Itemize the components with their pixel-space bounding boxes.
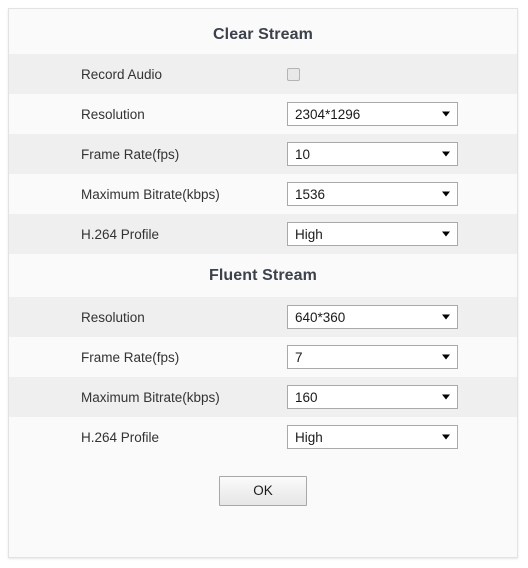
control-fluent-max-bitrate: 160: [287, 385, 458, 409]
select-clear-max-bitrate-value: 1536: [295, 186, 326, 202]
row-clear-max-bitrate: Maximum Bitrate(kbps) 1536: [9, 174, 517, 214]
control-clear-frame-rate: 10: [287, 142, 458, 166]
row-clear-frame-rate: Frame Rate(fps) 10: [9, 134, 517, 174]
chevron-down-icon: [442, 111, 450, 117]
select-clear-max-bitrate[interactable]: 1536: [287, 182, 458, 206]
row-fluent-resolution: Resolution 640*360: [9, 297, 517, 337]
select-clear-h264-profile-value: High: [295, 226, 323, 242]
chevron-down-icon: [442, 191, 450, 197]
control-fluent-resolution: 640*360: [287, 305, 458, 329]
control-fluent-h264-profile: High: [287, 425, 458, 449]
row-fluent-max-bitrate: Maximum Bitrate(kbps) 160: [9, 377, 517, 417]
chevron-down-icon: [442, 434, 450, 440]
label-fluent-max-bitrate: Maximum Bitrate(kbps): [81, 389, 220, 405]
row-fluent-frame-rate: Frame Rate(fps) 7: [9, 337, 517, 377]
label-record-audio: Record Audio: [81, 66, 163, 82]
label-fluent-resolution: Resolution: [81, 309, 145, 325]
row-clear-resolution: Resolution 2304*1296: [9, 94, 517, 134]
row-record-audio: Record Audio: [9, 54, 517, 94]
chevron-down-icon: [442, 231, 450, 237]
control-clear-resolution: 2304*1296: [287, 102, 458, 126]
select-fluent-resolution-value: 640*360: [295, 309, 346, 325]
checkbox-unchecked-icon[interactable]: [287, 67, 300, 81]
select-fluent-h264-profile[interactable]: High: [287, 425, 458, 449]
section-title-fluent-stream: Fluent Stream: [9, 254, 517, 297]
label-fluent-frame-rate: Frame Rate(fps): [81, 349, 180, 365]
select-clear-resolution-value: 2304*1296: [295, 106, 361, 122]
dialog-bottom-spacer: [9, 527, 517, 541]
stream-settings-dialog: Clear Stream Record Audio Resolution 230…: [8, 8, 518, 558]
select-clear-frame-rate-value: 10: [295, 146, 311, 162]
section-title-clear-stream: Clear Stream: [9, 9, 517, 54]
select-fluent-resolution[interactable]: 640*360: [287, 305, 458, 329]
control-record-audio: [287, 67, 300, 81]
select-clear-frame-rate[interactable]: 10: [287, 142, 458, 166]
select-fluent-max-bitrate[interactable]: 160: [287, 385, 458, 409]
select-fluent-h264-profile-value: High: [295, 429, 323, 445]
select-fluent-frame-rate-value: 7: [295, 349, 303, 365]
select-fluent-max-bitrate-value: 160: [295, 389, 318, 405]
label-clear-frame-rate: Frame Rate(fps): [81, 146, 180, 162]
label-fluent-h264-profile: H.264 Profile: [81, 429, 160, 445]
chevron-down-icon: [442, 151, 450, 157]
chevron-down-icon: [442, 354, 450, 360]
chevron-down-icon: [442, 314, 450, 320]
row-fluent-h264-profile: H.264 Profile High: [9, 417, 517, 457]
select-clear-resolution[interactable]: 2304*1296: [287, 102, 458, 126]
select-fluent-frame-rate[interactable]: 7: [287, 345, 458, 369]
chevron-down-icon: [442, 394, 450, 400]
label-clear-h264-profile: H.264 Profile: [81, 226, 160, 242]
dialog-footer: OK: [9, 457, 517, 527]
label-clear-max-bitrate: Maximum Bitrate(kbps): [81, 186, 220, 202]
ok-button[interactable]: OK: [219, 476, 307, 506]
label-clear-resolution: Resolution: [81, 106, 145, 122]
control-fluent-frame-rate: 7: [287, 345, 458, 369]
control-clear-h264-profile: High: [287, 222, 458, 246]
row-clear-h264-profile: H.264 Profile High: [9, 214, 517, 254]
select-clear-h264-profile[interactable]: High: [287, 222, 458, 246]
control-clear-max-bitrate: 1536: [287, 182, 458, 206]
